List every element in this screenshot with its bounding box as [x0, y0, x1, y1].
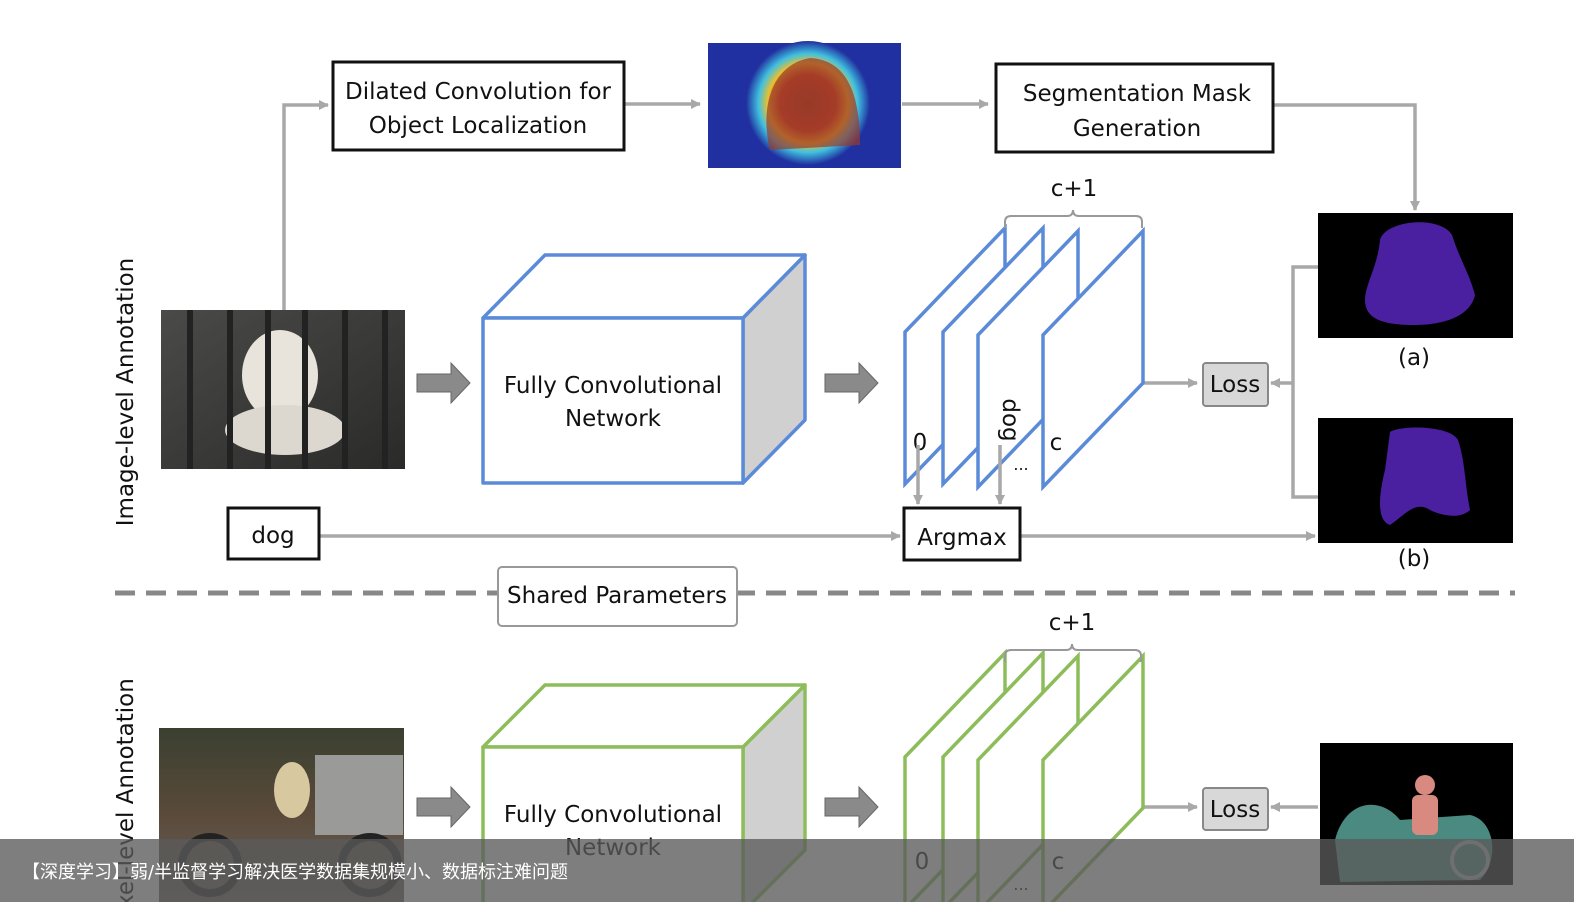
- localization-heatmap-image: [708, 41, 901, 168]
- mask-a-image: [1318, 213, 1513, 338]
- segmentation-line2: Generation: [1073, 116, 1201, 142]
- dilated-convolution-line1: Dilated Convolution for: [345, 79, 612, 105]
- channels-label-top: c+1: [1051, 176, 1098, 202]
- fcn-cube-top: Fully Convolutional Network: [481, 253, 807, 485]
- mask-b-label: (b): [1398, 546, 1431, 572]
- connector-lines: [282, 99, 1420, 812]
- dog-label: dog: [251, 523, 294, 549]
- shared-parameters-label: Shared Parameters: [507, 583, 727, 609]
- weak-semi-supervised-segmentation-diagram: Image-level Annotation Pixel-level Annot…: [113, 41, 1515, 902]
- mask-b-image: [1318, 418, 1513, 543]
- argmax-box: Argmax: [902, 506, 1022, 562]
- plane-label-c: c: [1050, 430, 1063, 456]
- dilated-convolution-line2: Object Localization: [369, 113, 587, 139]
- loss-box-top: Loss: [1202, 362, 1269, 407]
- mask-a-label: (a): [1398, 345, 1430, 371]
- fcn-top-line2: Network: [565, 406, 662, 432]
- segmentation-mask-generation-box: Segmentation Mask Generation: [994, 62, 1275, 154]
- fcn-top-line1: Fully Convolutional: [504, 373, 722, 399]
- segmentation-line1: Segmentation Mask: [1023, 81, 1252, 107]
- plane-label-dog: dog: [997, 398, 1023, 441]
- caption-text: 【深度学习】弱/半监督学习解决医学数据集规模小、数据标注难问题: [22, 862, 569, 883]
- image-level-annotation-label: Image-level Annotation: [113, 258, 139, 526]
- channels-brace-top: [1004, 209, 1143, 228]
- fcn-bottom-line1: Fully Convolutional: [504, 802, 722, 828]
- plane-ellipsis: ...: [1013, 455, 1028, 474]
- plane-label-0: 0: [913, 430, 928, 456]
- score-map-planes-top: [903, 223, 1145, 492]
- channels-label-bottom: c+1: [1049, 610, 1096, 636]
- shared-parameters-box: Shared Parameters: [497, 566, 738, 627]
- loss-label-bottom: Loss: [1210, 797, 1260, 823]
- dog-photo: [161, 310, 405, 469]
- argmax-label: Argmax: [917, 525, 1007, 551]
- dog-label-box: dog: [226, 506, 321, 561]
- loss-label-top: Loss: [1210, 372, 1260, 398]
- dilated-convolution-box: Dilated Convolution for Object Localizat…: [331, 60, 626, 152]
- loss-box-bottom: Loss: [1202, 787, 1269, 831]
